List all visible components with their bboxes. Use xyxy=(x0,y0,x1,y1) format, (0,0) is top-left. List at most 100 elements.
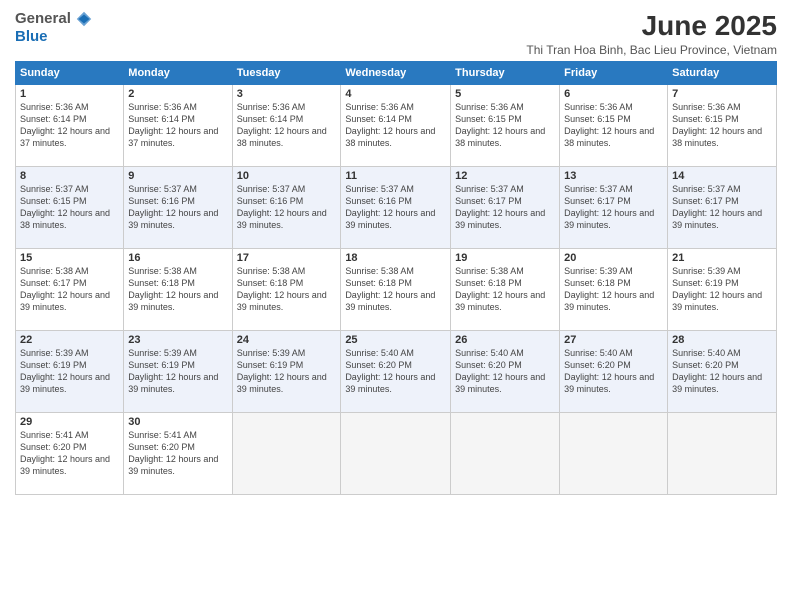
table-row: 16Sunrise: 5:38 AM Sunset: 6:18 PM Dayli… xyxy=(124,249,232,331)
day-number: 4 xyxy=(345,88,446,100)
table-row: 22Sunrise: 5:39 AM Sunset: 6:19 PM Dayli… xyxy=(16,331,124,413)
col-monday: Monday xyxy=(124,62,232,85)
table-row: 27Sunrise: 5:40 AM Sunset: 6:20 PM Dayli… xyxy=(560,331,668,413)
table-row: 13Sunrise: 5:37 AM Sunset: 6:17 PM Dayli… xyxy=(560,167,668,249)
day-number: 22 xyxy=(20,334,119,346)
table-row: 7Sunrise: 5:36 AM Sunset: 6:15 PM Daylig… xyxy=(668,85,777,167)
day-number: 11 xyxy=(345,170,446,182)
day-info: Sunrise: 5:39 AM Sunset: 6:19 PM Dayligh… xyxy=(128,347,227,396)
day-number: 23 xyxy=(128,334,227,346)
day-info: Sunrise: 5:40 AM Sunset: 6:20 PM Dayligh… xyxy=(345,347,446,396)
table-row: 5Sunrise: 5:36 AM Sunset: 6:15 PM Daylig… xyxy=(451,85,560,167)
day-info: Sunrise: 5:40 AM Sunset: 6:20 PM Dayligh… xyxy=(564,347,663,396)
day-info: Sunrise: 5:37 AM Sunset: 6:17 PM Dayligh… xyxy=(455,183,555,232)
day-info: Sunrise: 5:36 AM Sunset: 6:14 PM Dayligh… xyxy=(20,101,119,150)
table-row: 4Sunrise: 5:36 AM Sunset: 6:14 PM Daylig… xyxy=(341,85,451,167)
day-number: 1 xyxy=(20,88,119,100)
day-info: Sunrise: 5:37 AM Sunset: 6:17 PM Dayligh… xyxy=(564,183,663,232)
col-tuesday: Tuesday xyxy=(232,62,341,85)
calendar-week-row: 29Sunrise: 5:41 AM Sunset: 6:20 PM Dayli… xyxy=(16,413,777,495)
day-number: 15 xyxy=(20,252,119,264)
day-number: 5 xyxy=(455,88,555,100)
table-row: 17Sunrise: 5:38 AM Sunset: 6:18 PM Dayli… xyxy=(232,249,341,331)
day-info: Sunrise: 5:37 AM Sunset: 6:17 PM Dayligh… xyxy=(672,183,772,232)
day-number: 28 xyxy=(672,334,772,346)
day-number: 2 xyxy=(128,88,227,100)
day-info: Sunrise: 5:39 AM Sunset: 6:19 PM Dayligh… xyxy=(237,347,337,396)
day-number: 17 xyxy=(237,252,337,264)
day-number: 7 xyxy=(672,88,772,100)
calendar-week-row: 8Sunrise: 5:37 AM Sunset: 6:15 PM Daylig… xyxy=(16,167,777,249)
table-row: 1Sunrise: 5:36 AM Sunset: 6:14 PM Daylig… xyxy=(16,85,124,167)
day-number: 6 xyxy=(564,88,663,100)
day-info: Sunrise: 5:38 AM Sunset: 6:18 PM Dayligh… xyxy=(128,265,227,314)
col-wednesday: Wednesday xyxy=(341,62,451,85)
day-info: Sunrise: 5:37 AM Sunset: 6:15 PM Dayligh… xyxy=(20,183,119,232)
table-row: 18Sunrise: 5:38 AM Sunset: 6:18 PM Dayli… xyxy=(341,249,451,331)
day-info: Sunrise: 5:36 AM Sunset: 6:15 PM Dayligh… xyxy=(455,101,555,150)
day-number: 10 xyxy=(237,170,337,182)
table-row: 2Sunrise: 5:36 AM Sunset: 6:14 PM Daylig… xyxy=(124,85,232,167)
table-row xyxy=(341,413,451,495)
table-row: 20Sunrise: 5:39 AM Sunset: 6:18 PM Dayli… xyxy=(560,249,668,331)
table-row: 29Sunrise: 5:41 AM Sunset: 6:20 PM Dayli… xyxy=(16,413,124,495)
table-row xyxy=(451,413,560,495)
calendar-header-row: Sunday Monday Tuesday Wednesday Thursday… xyxy=(16,62,777,85)
day-info: Sunrise: 5:38 AM Sunset: 6:18 PM Dayligh… xyxy=(345,265,446,314)
table-row: 3Sunrise: 5:36 AM Sunset: 6:14 PM Daylig… xyxy=(232,85,341,167)
calendar-week-row: 1Sunrise: 5:36 AM Sunset: 6:14 PM Daylig… xyxy=(16,85,777,167)
calendar-week-row: 15Sunrise: 5:38 AM Sunset: 6:17 PM Dayli… xyxy=(16,249,777,331)
day-number: 18 xyxy=(345,252,446,264)
col-saturday: Saturday xyxy=(668,62,777,85)
calendar-table: Sunday Monday Tuesday Wednesday Thursday… xyxy=(15,61,777,495)
table-row: 15Sunrise: 5:38 AM Sunset: 6:17 PM Dayli… xyxy=(16,249,124,331)
day-info: Sunrise: 5:38 AM Sunset: 6:17 PM Dayligh… xyxy=(20,265,119,314)
day-info: Sunrise: 5:39 AM Sunset: 6:19 PM Dayligh… xyxy=(672,265,772,314)
day-number: 24 xyxy=(237,334,337,346)
day-number: 13 xyxy=(564,170,663,182)
table-row: 26Sunrise: 5:40 AM Sunset: 6:20 PM Dayli… xyxy=(451,331,560,413)
day-info: Sunrise: 5:38 AM Sunset: 6:18 PM Dayligh… xyxy=(455,265,555,314)
day-info: Sunrise: 5:39 AM Sunset: 6:18 PM Dayligh… xyxy=(564,265,663,314)
logo-general: General xyxy=(15,11,71,28)
day-info: Sunrise: 5:37 AM Sunset: 6:16 PM Dayligh… xyxy=(345,183,446,232)
day-number: 12 xyxy=(455,170,555,182)
day-info: Sunrise: 5:40 AM Sunset: 6:20 PM Dayligh… xyxy=(455,347,555,396)
day-info: Sunrise: 5:36 AM Sunset: 6:14 PM Dayligh… xyxy=(345,101,446,150)
table-row: 25Sunrise: 5:40 AM Sunset: 6:20 PM Dayli… xyxy=(341,331,451,413)
table-row xyxy=(560,413,668,495)
table-row: 12Sunrise: 5:37 AM Sunset: 6:17 PM Dayli… xyxy=(451,167,560,249)
calendar-subtitle: Thi Tran Hoa Binh, Bac Lieu Province, Vi… xyxy=(526,43,777,57)
day-info: Sunrise: 5:37 AM Sunset: 6:16 PM Dayligh… xyxy=(237,183,337,232)
logo: General Blue xyxy=(15,10,93,46)
day-info: Sunrise: 5:36 AM Sunset: 6:14 PM Dayligh… xyxy=(128,101,227,150)
day-info: Sunrise: 5:41 AM Sunset: 6:20 PM Dayligh… xyxy=(20,429,119,478)
calendar-title: June 2025 xyxy=(526,10,777,42)
day-number: 16 xyxy=(128,252,227,264)
day-number: 3 xyxy=(237,88,337,100)
col-sunday: Sunday xyxy=(16,62,124,85)
day-number: 9 xyxy=(128,170,227,182)
table-row: 14Sunrise: 5:37 AM Sunset: 6:17 PM Dayli… xyxy=(668,167,777,249)
table-row: 6Sunrise: 5:36 AM Sunset: 6:15 PM Daylig… xyxy=(560,85,668,167)
day-number: 29 xyxy=(20,416,119,428)
table-row: 19Sunrise: 5:38 AM Sunset: 6:18 PM Dayli… xyxy=(451,249,560,331)
col-friday: Friday xyxy=(560,62,668,85)
table-row: 11Sunrise: 5:37 AM Sunset: 6:16 PM Dayli… xyxy=(341,167,451,249)
table-row: 8Sunrise: 5:37 AM Sunset: 6:15 PM Daylig… xyxy=(16,167,124,249)
day-number: 14 xyxy=(672,170,772,182)
day-number: 21 xyxy=(672,252,772,264)
day-info: Sunrise: 5:37 AM Sunset: 6:16 PM Dayligh… xyxy=(128,183,227,232)
title-area: June 2025 Thi Tran Hoa Binh, Bac Lieu Pr… xyxy=(526,10,777,57)
day-info: Sunrise: 5:38 AM Sunset: 6:18 PM Dayligh… xyxy=(237,265,337,314)
table-row: 10Sunrise: 5:37 AM Sunset: 6:16 PM Dayli… xyxy=(232,167,341,249)
day-info: Sunrise: 5:41 AM Sunset: 6:20 PM Dayligh… xyxy=(128,429,227,478)
logo-icon xyxy=(75,10,93,28)
table-row: 23Sunrise: 5:39 AM Sunset: 6:19 PM Dayli… xyxy=(124,331,232,413)
day-info: Sunrise: 5:39 AM Sunset: 6:19 PM Dayligh… xyxy=(20,347,119,396)
page-header: General Blue June 2025 Thi Tran Hoa Binh… xyxy=(15,10,777,57)
day-info: Sunrise: 5:40 AM Sunset: 6:20 PM Dayligh… xyxy=(672,347,772,396)
day-number: 19 xyxy=(455,252,555,264)
table-row: 21Sunrise: 5:39 AM Sunset: 6:19 PM Dayli… xyxy=(668,249,777,331)
day-info: Sunrise: 5:36 AM Sunset: 6:14 PM Dayligh… xyxy=(237,101,337,150)
